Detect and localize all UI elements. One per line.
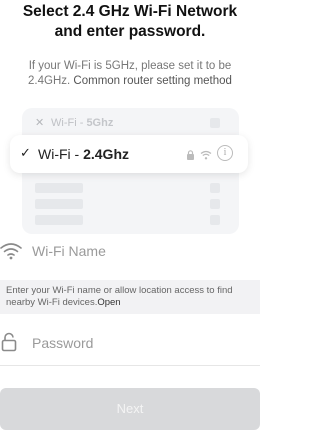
placeholder-square [210,118,220,128]
placeholder-bar [35,215,83,225]
close-icon: ✕ [35,117,45,129]
wifi-icon [0,242,22,265]
info-icon: i [217,145,233,161]
placeholder-square [210,199,220,209]
password-field[interactable]: Password [0,328,260,358]
selected-network-prefix: Wi-Fi - [38,146,84,162]
subtitle-line-2: 2.4GHz. Common router setting method [10,74,250,89]
faded-network-prefix: Wi-Fi - [51,117,87,129]
title-line-1: Select 2.4 GHz Wi-Fi Network [22,3,238,20]
subtitle-line-1: If your Wi-Fi is 5GHz, please set it to … [28,60,232,72]
open-location-link[interactable]: Open [97,297,120,308]
wifi-name-field[interactable]: Wi-Fi Name [0,236,260,266]
router-setting-link[interactable]: Common router setting method [73,75,232,87]
divider [0,365,260,366]
selected-network-band: 2.4Ghz [83,146,129,162]
next-button[interactable]: Next [0,388,260,430]
placeholder-square [210,183,220,193]
placeholder-bar [35,199,83,209]
wifi-signal-icon [200,147,212,165]
page-title: Select 2.4 GHz Wi-Fi Network and enter p… [0,2,260,42]
selected-network-label: Wi-Fi - 2.4Ghz [38,145,129,163]
subtitle: If your Wi-Fi is 5GHz, please set it to … [10,59,250,89]
placeholder-bar [35,183,83,193]
location-notice: Enter your Wi-Fi name or allow location … [0,280,260,314]
placeholder-square [210,215,220,225]
lock-icon [186,147,195,165]
selected-network-card: ✓ Wi-Fi - 2.4Ghz i [10,135,248,173]
faded-network-band: 5Ghz [86,117,114,129]
faded-network-row: ✕ Wi-Fi - 5Ghz [35,114,235,132]
title-line-2: and enter password. [54,23,206,40]
wifi-name-input[interactable]: Wi-Fi Name [32,242,106,260]
lock-icon [1,332,17,357]
check-icon: ✓ [20,145,31,160]
password-input[interactable]: Password [32,334,93,352]
subtitle-prefix: 2.4GHz. [28,75,71,87]
notice-text: Enter your Wi-Fi name or allow location … [6,285,256,309]
